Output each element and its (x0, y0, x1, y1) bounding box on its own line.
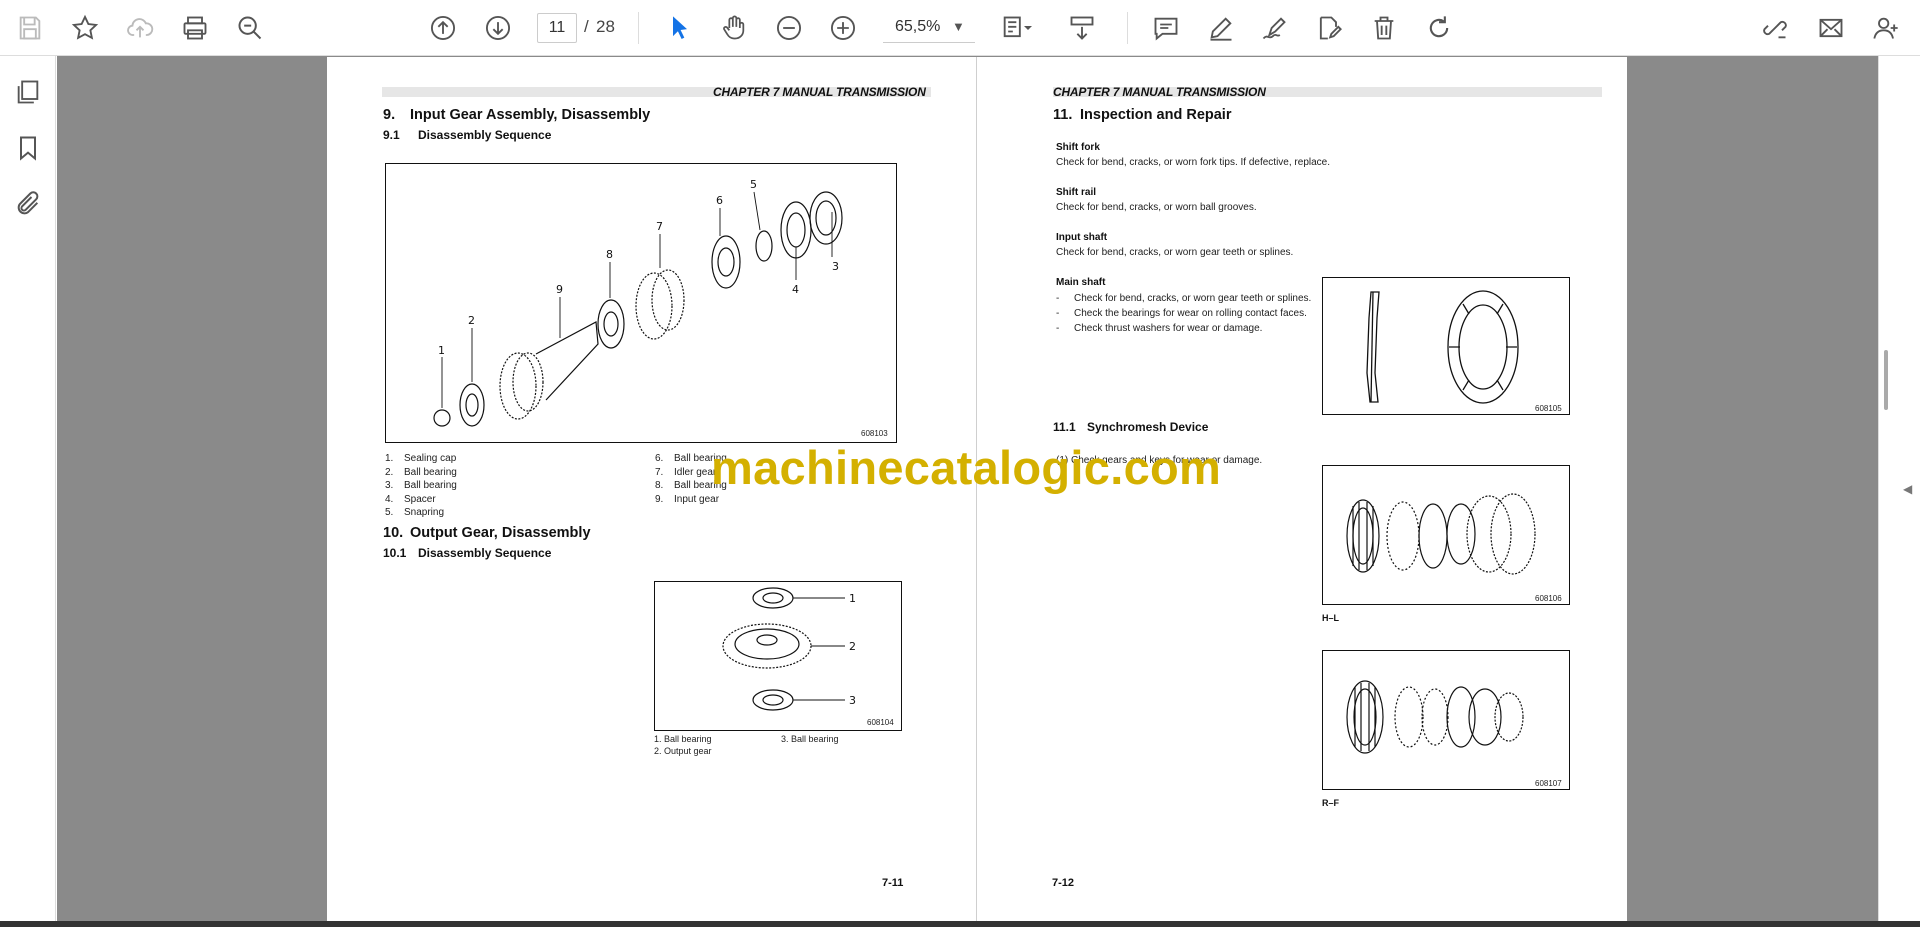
section-10-title: Output Gear, Disassembly (410, 525, 591, 541)
redo-icon[interactable] (1421, 10, 1457, 46)
printer-icon[interactable] (177, 10, 213, 46)
left-sidebar: ◀ (0, 56, 71, 921)
zoom-search-icon[interactable] (232, 10, 268, 46)
figure-input-gear-exploded: 1 2 3 4 5 6 7 8 9 608103 (385, 163, 897, 443)
chapter-header: CHAPTER 7 MANUAL TRANSMISSION (1053, 85, 1266, 99)
right-sidebar: ◀ (1878, 56, 1920, 921)
figure-code: 608105 (1535, 404, 1562, 413)
synchro-ring-drawing (1366, 290, 1519, 404)
fig2-label-2: 2 (849, 640, 856, 653)
plus-circle-icon[interactable] (825, 10, 861, 46)
arrow-down-circle-icon[interactable] (480, 10, 516, 46)
scroll-mode-icon[interactable] (1064, 10, 1100, 46)
section-11-title: Inspection and Repair (1080, 107, 1232, 123)
section-10-number: 10. (383, 525, 404, 541)
main-shaft-bullets: --- (1056, 293, 1060, 334)
chevron-down-icon[interactable] (1020, 10, 1036, 46)
page-number-input[interactable]: 11 (537, 13, 577, 43)
input-shaft-heading: Input shaft (1056, 232, 1108, 243)
fig1-label-3: 3 (832, 260, 839, 273)
hand-icon[interactable] (716, 10, 752, 46)
fig1-label-8: 8 (606, 248, 613, 261)
figure-code: 608106 (1535, 594, 1562, 603)
attachment-icon[interactable] (12, 188, 44, 220)
shift-fork-text: Check for bend, cracks, or worn fork tip… (1056, 157, 1331, 168)
mail-icon[interactable] (1813, 10, 1849, 46)
trash-icon[interactable] (1366, 10, 1402, 46)
output-gear-legend-col1: 1. Ball bearing 2. Output gear (654, 734, 712, 756)
section-9-number: 9. (383, 107, 396, 123)
page-number: 7-12 (1052, 877, 1075, 889)
main-toolbar: 11 / 28 65,5% ▼ (0, 0, 1920, 56)
fig1-label-1: 1 (438, 344, 445, 357)
section-9-1-title: Disassembly Sequence (418, 128, 552, 142)
parts-list-numbers-col1: 1. 2. 3. 4. 5. (385, 453, 394, 518)
section-11-1-title: Synchromesh Device (1087, 420, 1209, 434)
figure-synchromesh-h-l: 608106 (1322, 465, 1570, 605)
output-gear-drawing: 1 2 3 (722, 587, 856, 711)
vertical-scrollbar[interactable] (1884, 350, 1888, 410)
cloud-upload-icon[interactable] (122, 10, 158, 46)
fig1-label-6: 6 (716, 194, 723, 207)
chevron-down-icon[interactable]: ▼ (952, 13, 965, 41)
figure-synchromesh-r-f: 608107 (1322, 650, 1570, 790)
synchromesh-r-f-drawing (1346, 680, 1524, 754)
figure-synchro-ring: 608105 (1322, 277, 1570, 415)
fig1-label-5: 5 (750, 178, 757, 191)
fig1-label-7: 7 (656, 220, 663, 233)
edit-pdf-icon[interactable] (1311, 10, 1347, 46)
comment-icon[interactable] (1148, 10, 1184, 46)
share-link-icon[interactable] (1757, 10, 1793, 46)
synchromesh-h-l-drawing (1346, 493, 1536, 575)
input-shaft-text: Check for bend, cracks, or worn gear tee… (1056, 247, 1294, 258)
fig2-label-1: 1 (849, 592, 856, 605)
shift-fork-heading: Shift fork (1056, 142, 1100, 153)
toolbar-divider (638, 12, 639, 44)
bottom-bar (0, 921, 1920, 927)
figure-output-gear-exploded: 1 2 3 608104 (654, 581, 902, 731)
output-gear-legend-col2: 3. Ball bearing (781, 734, 839, 744)
minus-circle-icon[interactable] (771, 10, 807, 46)
page-total: 28 (596, 17, 615, 36)
fig2-label-3: 3 (849, 694, 856, 707)
section-9-1-number: 9.1 (383, 128, 400, 142)
shift-rail-text: Check for bend, cracks, or worn ball gro… (1056, 202, 1257, 213)
arrow-cursor-icon[interactable] (662, 10, 698, 46)
fig1-label-4: 4 (792, 283, 799, 296)
main-shaft-heading: Main shaft (1056, 277, 1106, 288)
section-10-1-title: Disassembly Sequence (418, 546, 552, 560)
section-11-number: 11. (1053, 107, 1073, 123)
fig1-label-2: 2 (468, 314, 475, 327)
section-11-1-number: 11.1 (1053, 420, 1076, 434)
signature-icon[interactable] (1256, 10, 1292, 46)
page-thumbnails-icon[interactable] (12, 76, 44, 108)
bookmark-icon[interactable] (12, 132, 44, 164)
figure-code: 608107 (1535, 779, 1562, 788)
page-separator: / (584, 17, 589, 36)
save-icon[interactable] (12, 10, 48, 46)
page-number: 7-11 (882, 877, 904, 889)
figure-code: 608104 (867, 718, 894, 727)
watermark-text: machinecatalogic.com (711, 441, 1222, 494)
shift-rail-heading: Shift rail (1056, 187, 1097, 198)
pen-icon[interactable] (1203, 10, 1239, 46)
main-shaft-items: Check for bend, cracks, or worn gear tee… (1074, 293, 1312, 334)
figure-code: 608103 (861, 429, 888, 438)
add-user-icon[interactable] (1868, 10, 1904, 46)
section-10-1-number: 10.1 (383, 546, 407, 560)
parts-list-names-col1: Sealing cap Ball bearing Ball bearing Space… (404, 453, 457, 518)
parts-list-numbers-col2: 6. 7. 8. 9. (655, 453, 664, 505)
star-icon[interactable] (67, 10, 103, 46)
toolbar-divider (1127, 12, 1128, 44)
exploded-view-drawing: 1 2 3 4 5 6 7 8 9 (433, 178, 843, 427)
chapter-header: CHAPTER 7 MANUAL TRANSMISSION (713, 85, 926, 99)
arrow-up-circle-icon[interactable] (425, 10, 461, 46)
figure-caption-r-f: R–F (1322, 798, 1340, 808)
fig1-label-9: 9 (556, 283, 563, 296)
section-9-title: Input Gear Assembly, Disassembly (410, 107, 651, 123)
figure-caption-h-l: H–L (1322, 613, 1340, 623)
expand-right-panel-icon[interactable]: ◀ (1903, 482, 1912, 496)
